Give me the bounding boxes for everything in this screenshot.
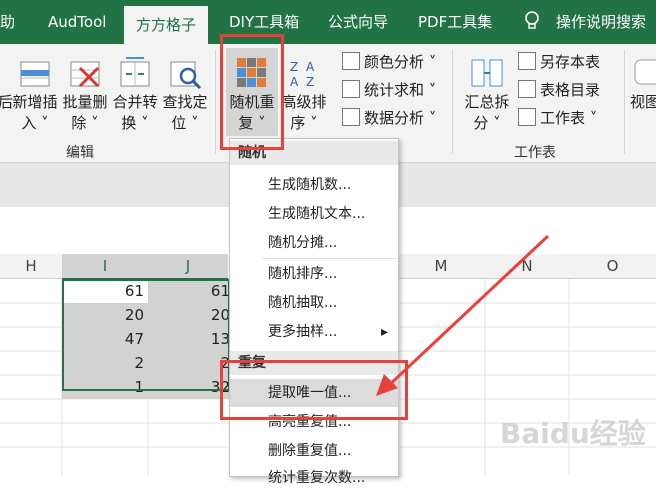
view-button[interactable]: 视图 [630, 56, 656, 113]
column-header-h[interactable]: H [0, 254, 62, 279]
magnifier-icon [168, 56, 202, 90]
menu-item-delete-duplicates[interactable]: 删除重复值... [230, 437, 398, 465]
highlight-box-random-button [220, 34, 284, 150]
delete-table-icon [68, 56, 102, 90]
column-header-j[interactable]: J [148, 254, 228, 280]
ribbon-separator [215, 50, 216, 154]
find-locate-button[interactable]: 查找定位 ˅ [160, 56, 210, 134]
color-table-icon [342, 52, 360, 70]
ribbon-tab-bar: 助 AudTool 方方格子 DIY工具箱 公式向导 PDF工具集 操作说明搜索 [0, 0, 656, 44]
menu-item-more-sampling-label: 更多抽样... [268, 324, 338, 340]
summary-split-icon [470, 56, 504, 90]
insert-row-icon [18, 56, 52, 90]
tab-tell-me-search[interactable]: 操作说明搜索 [556, 0, 646, 44]
merge-cells-icon [118, 56, 152, 90]
worksheet-icon [518, 108, 536, 126]
sheet-directory-button[interactable]: 表格目录 [518, 78, 600, 102]
tab-help[interactable]: 助 [0, 0, 15, 44]
directory-icon [518, 80, 536, 98]
stats-sum-button[interactable]: 统计求和 ˅ [342, 78, 436, 102]
ribbon-separator [452, 50, 453, 154]
column-header-i[interactable]: I [62, 254, 148, 280]
group-label-worksheet: 工作表 [514, 145, 556, 161]
save-sheet-button[interactable]: 另存本表 [518, 50, 600, 74]
tab-formula-wizard[interactable]: 公式向导 [328, 0, 388, 44]
svg-text:A: A [290, 75, 299, 89]
watermark-logo: Baidu经验 [500, 417, 646, 450]
advanced-sort-button[interactable]: ZAAZ 高级排序 ˅ [280, 56, 328, 134]
analysis-table-icon [342, 108, 360, 126]
annotation-arrow [376, 234, 550, 396]
new-insert-button[interactable]: 新增插入 ˅ [10, 56, 60, 134]
tab-audtool[interactable]: AudTool [48, 0, 106, 44]
worksheet-button[interactable]: 工作表 ˅ [518, 106, 597, 130]
tab-pdf-tools[interactable]: PDF工具集 [418, 0, 492, 44]
lightbulb-icon [524, 0, 540, 44]
save-icon [518, 52, 536, 70]
column-header-o[interactable]: O [569, 254, 656, 279]
cut-off-button[interactable]: 后 [0, 56, 13, 113]
group-label-edit: 编辑 [66, 145, 94, 161]
svg-text:Z: Z [290, 60, 298, 74]
menu-item-generate-random-number[interactable]: 生成随机数... [230, 171, 398, 199]
color-analysis-button[interactable]: 颜色分析 ˅ [342, 50, 436, 74]
svg-text:A: A [306, 60, 315, 74]
tab-fangfang-gezi[interactable]: 方方格子 [124, 6, 209, 44]
sum-table-icon [342, 80, 360, 98]
merge-convert-button[interactable]: 合并转换 ˅ [110, 56, 160, 134]
ribbon-separator [624, 50, 625, 154]
selection-border [62, 279, 230, 391]
summary-split-button[interactable]: 汇总拆分 ˅ [462, 56, 512, 134]
menu-item-count-duplicates[interactable]: 统计重复次数... [230, 464, 398, 492]
svg-text:Z: Z [306, 75, 314, 89]
menu-item-generate-random-text[interactable]: 生成随机文本... [230, 200, 398, 228]
sort-az-icon: ZAAZ [287, 56, 321, 90]
data-analysis-button[interactable]: 数据分析 ˅ [342, 106, 436, 130]
view-icon [633, 56, 656, 90]
batch-delete-button[interactable]: 批量删除 ˅ [60, 56, 110, 134]
